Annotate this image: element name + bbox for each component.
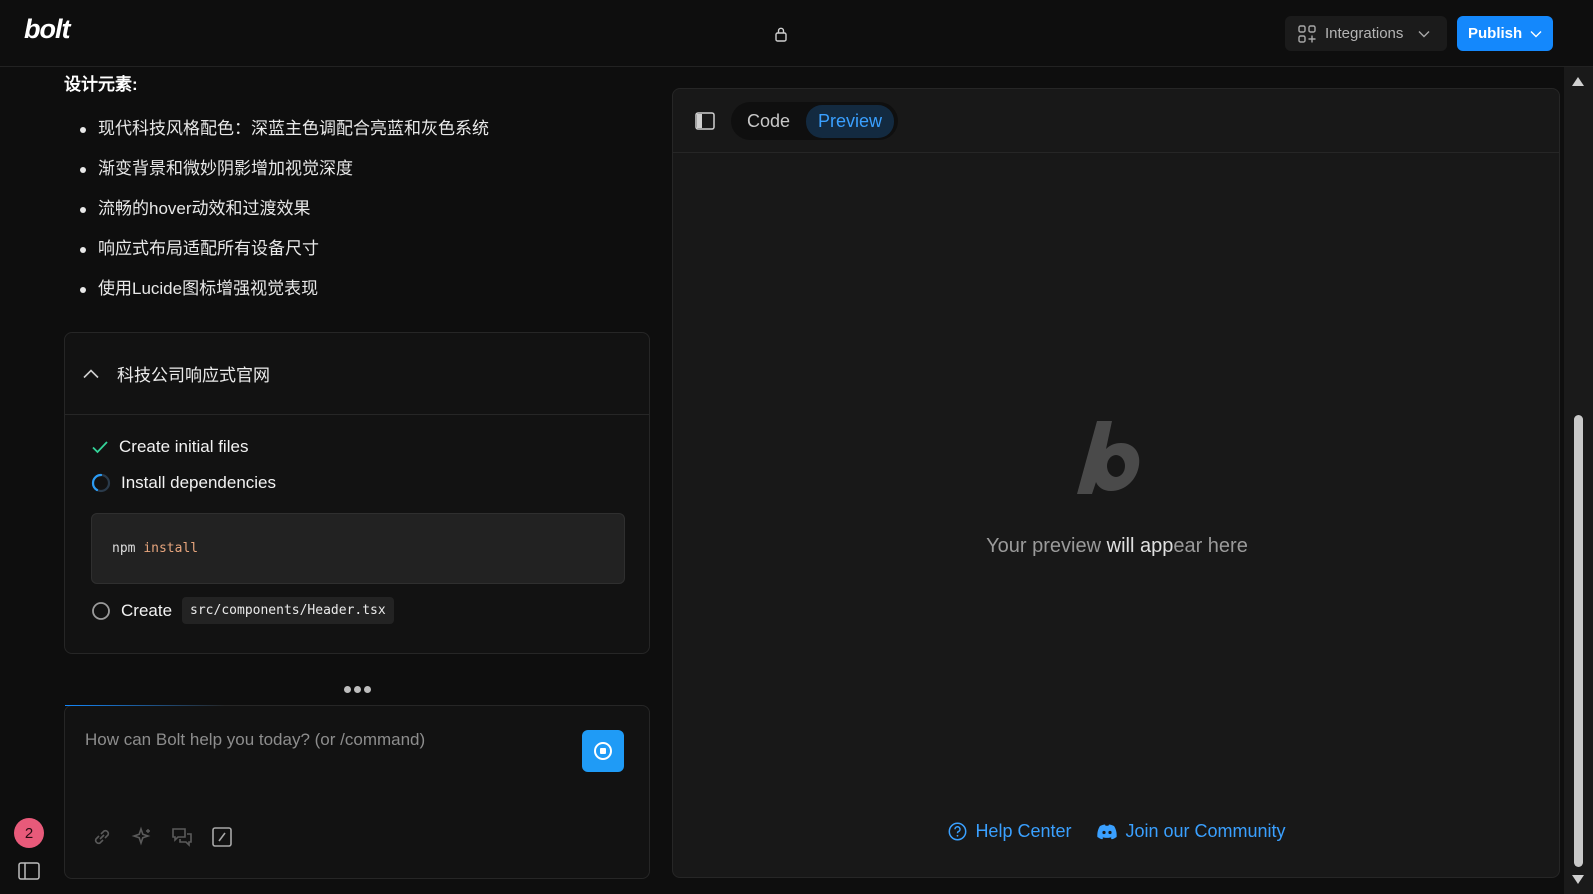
scroll-down-arrow[interactable] <box>1572 875 1584 884</box>
check-icon <box>92 441 108 454</box>
help-circle-icon <box>948 822 967 841</box>
chevron-up-icon[interactable] <box>83 368 99 379</box>
step-create-header: Create src/components/Header.tsx <box>91 597 394 624</box>
empty-preview-message: Your preview will appear here <box>986 535 1248 557</box>
design-elements-list: 现代科技风格配色：深蓝主色调配合亮蓝和灰色系统 渐变背景和微妙阴影增加视觉深度 … <box>80 116 489 316</box>
design-elements-heading: 设计元素: <box>64 75 138 94</box>
publish-button[interactable]: Publish <box>1457 16 1553 51</box>
step-label: Install dependencies <box>121 473 277 492</box>
command-tool: npm <box>112 541 136 556</box>
step-create-files: Create initial files <box>91 437 248 457</box>
discuss-icon[interactable] <box>171 826 193 848</box>
command-block: npm install <box>91 513 625 584</box>
step-label: Create initial files <box>119 437 249 456</box>
preview-header: Code Preview <box>673 89 1559 153</box>
preview-footer: Help Center Join our Community <box>673 821 1561 842</box>
scroll-up-arrow[interactable] <box>1572 77 1584 86</box>
chat-input[interactable]: How can Bolt help you today? (or /comman… <box>85 730 425 750</box>
integrations-button[interactable]: Integrations <box>1285 16 1447 51</box>
community-link[interactable]: Join our Community <box>1097 821 1286 842</box>
list-item: 流畅的hover动效和过渡效果 <box>80 196 489 236</box>
integrations-icon <box>1298 24 1316 43</box>
stop-icon <box>594 742 612 760</box>
discord-icon <box>1097 824 1118 839</box>
list-item: 使用Lucide图标增强视觉表现 <box>80 276 489 316</box>
lock-icon <box>775 27 787 42</box>
top-bar: bolt Integrations Publish <box>0 0 1593 67</box>
page-scrollbar[interactable] <box>1564 67 1593 894</box>
sparkle-icon[interactable] <box>131 826 153 848</box>
bolt-logo[interactable]: bolt <box>24 14 70 45</box>
artifact-card: 科技公司响应式官网 Create initial files Install d… <box>64 332 650 654</box>
command-icon[interactable] <box>211 826 233 848</box>
input-toolbar <box>91 826 233 848</box>
list-item: 渐变背景和微妙阴影增加视觉深度 <box>80 156 489 196</box>
scroll-thumb[interactable] <box>1574 415 1583 867</box>
chat-input-box[interactable]: How can Bolt help you today? (or /comman… <box>64 705 650 879</box>
tab-code[interactable]: Code <box>735 105 802 138</box>
chevron-down-icon <box>1530 30 1542 37</box>
chevron-down-icon <box>1418 30 1430 37</box>
publish-label: Publish <box>1468 25 1523 42</box>
list-item: 现代科技风格配色：深蓝主色调配合亮蓝和灰色系统 <box>80 116 489 156</box>
artifact-header[interactable]: 科技公司响应式官网 <box>65 333 649 415</box>
spinner-icon <box>91 473 111 493</box>
file-path: src/components/Header.tsx <box>182 597 394 624</box>
command-arg: install <box>143 541 199 556</box>
view-tabs: Code Preview <box>731 102 899 140</box>
link-icon[interactable] <box>91 826 113 848</box>
preview-panel: Code Preview Your preview will appear he… <box>672 88 1560 878</box>
panel-toggle-icon[interactable] <box>695 112 715 130</box>
tab-preview[interactable]: Preview <box>806 104 895 138</box>
step-install-deps: Install dependencies <box>91 473 276 493</box>
bolt-b-logo-icon <box>1077 421 1140 494</box>
notification-badge[interactable]: 2 <box>14 818 44 848</box>
integrations-label: Integrations <box>1325 25 1404 42</box>
list-item: 响应式布局适配所有设备尺寸 <box>80 236 489 276</box>
typing-indicator <box>344 686 371 693</box>
stop-button[interactable] <box>582 730 624 772</box>
circle-icon <box>92 601 110 620</box>
artifact-title: 科技公司响应式官网 <box>117 366 270 385</box>
sidebar-toggle-icon[interactable] <box>18 862 40 880</box>
step-label: Create <box>121 600 173 620</box>
help-center-link[interactable]: Help Center <box>948 821 1071 842</box>
